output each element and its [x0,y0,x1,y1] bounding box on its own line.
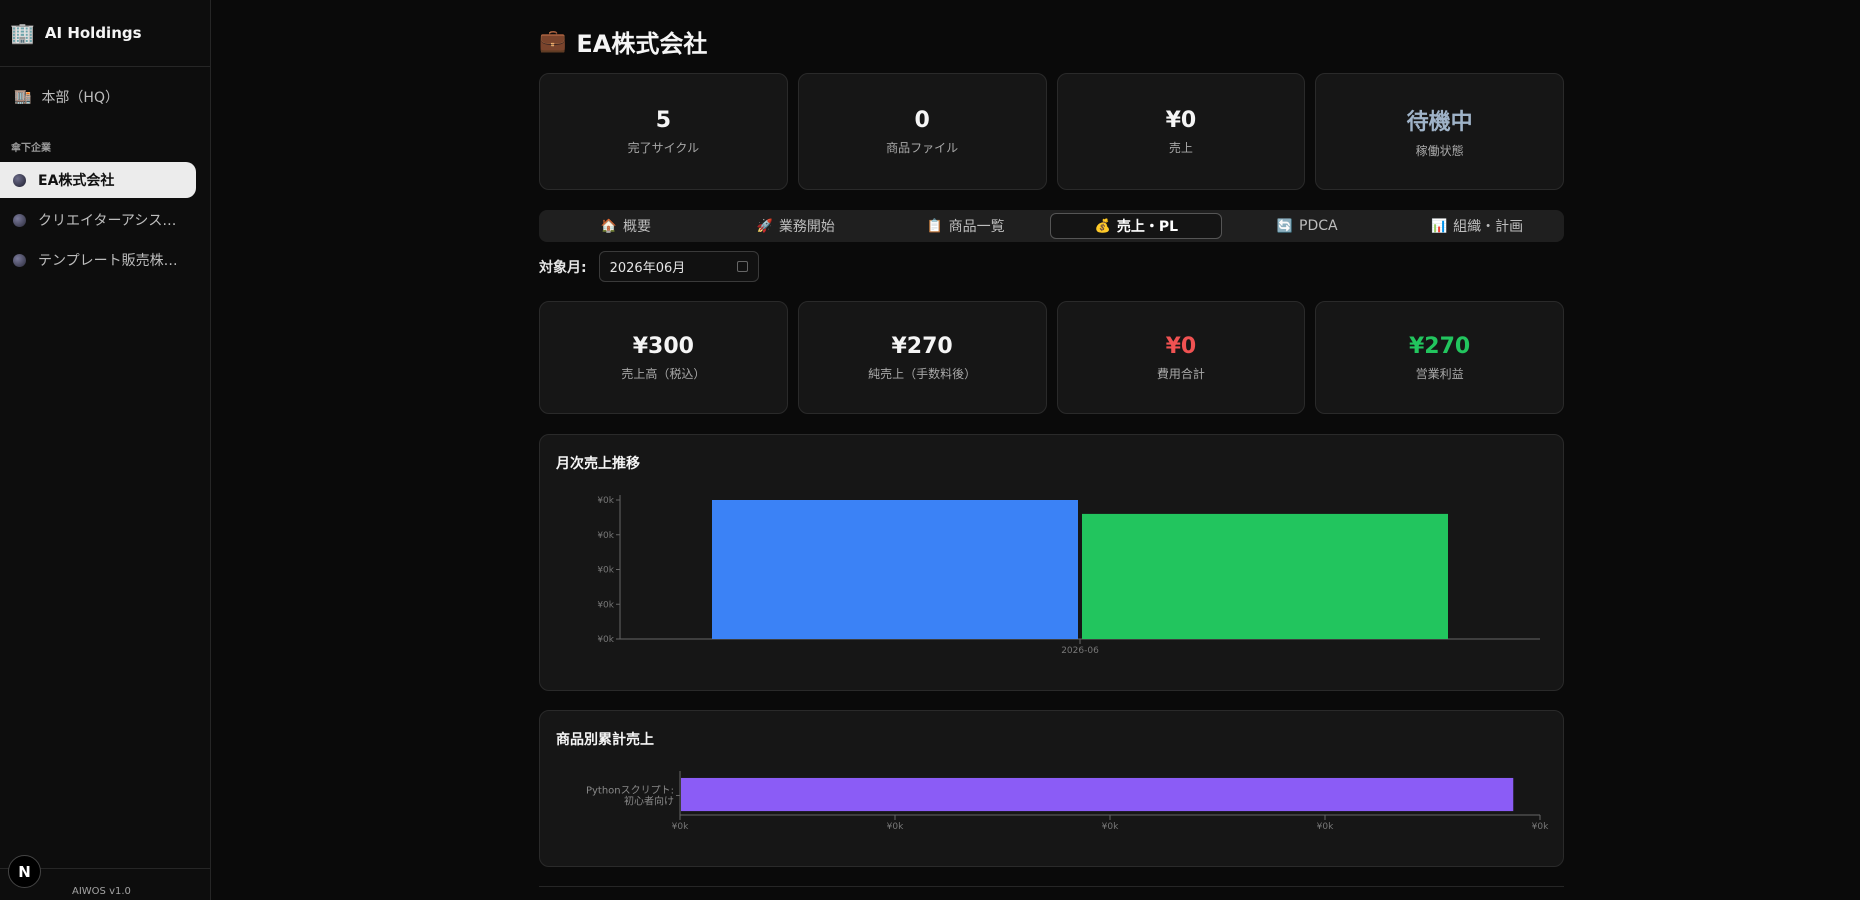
y-tick-label: ¥0k [597,635,614,645]
pl-card-gross-sales: ¥300 売上高（税込） [539,301,788,414]
pl-value: ¥300 [632,333,694,359]
main-area: 💼 EA株式会社 5 完了サイクル 0 商品ファイル ¥0 売上 待機中 稼働状… [211,0,1860,900]
pl-value: ¥270 [891,333,953,359]
sidebar-item-label: クリエイターアシス… [38,213,177,229]
sidebar-item-company-0[interactable]: EA株式会社 [0,162,196,198]
sidebar-item-hq[interactable]: 🏬 本部（HQ） [0,67,210,127]
tab-label: 業務開始 [778,219,835,235]
y-tick-label: ¥0k [597,496,614,506]
sidebar-item-company-1[interactable]: クリエイターアシス… [0,202,196,238]
stat-value: 0 [914,107,930,133]
pl-value: ¥270 [1409,333,1471,359]
tab-org-plan[interactable]: 📊 組織・計画 [1392,213,1562,239]
sidebar-item-label: EA株式会社 [38,173,115,189]
house-icon: 🏠 [600,218,617,234]
dev-tools-button[interactable]: N [8,855,41,888]
rocket-icon: 🚀 [756,218,773,234]
stat-label: 稼働状態 [1415,144,1464,158]
pl-card-operating-profit: ¥270 営業利益 [1315,301,1564,414]
calendar-icon[interactable] [736,261,748,272]
chart-bar [681,777,1514,812]
tab-label: 組織・計画 [1453,219,1524,235]
x-tick-label: ¥0k [1102,822,1119,832]
sidebar-item-label: テンプレート販売株… [38,253,178,269]
x-tick-label: ¥0k [672,822,689,832]
briefcase-icon: 💼 [539,29,567,54]
chart-bar [712,500,1078,639]
page-title-text: EA株式会社 [576,30,708,58]
month-input-value: 2026年06月 [609,261,686,276]
section-label: 傘下企業 [11,143,51,154]
stat-card-sales: ¥0 売上 [1056,73,1306,190]
building-icon: 🏢 [10,21,35,45]
tab-bar: 🏠 概要 🚀 業務開始 📋 商品一覧 💰 売上・PL 🔄 PDCA 📊 組織・計画 [539,210,1564,242]
x-tick-label: ¥0k [1532,822,1549,832]
clipboard-icon: 📋 [926,218,943,234]
brand-name: AI Holdings [44,24,142,42]
tab-sales-pl[interactable]: 💰 売上・PL [1050,213,1223,239]
month-filter-label: 対象月: [539,259,587,276]
month-filter: 対象月: 2026年06月 [539,251,759,282]
stat-card-status: 待機中 稼働状態 [1315,73,1564,190]
stat-label: 完了サイクル [627,140,700,155]
company-avatar-icon [13,253,26,267]
stat-card-files: 0 商品ファイル [797,73,1047,190]
x-tick-label: ¥0k [1317,822,1334,832]
monthly-sales-chart: ¥0k ¥0k ¥0k ¥0k ¥0k 2026-06 [597,495,1540,656]
pl-value: ¥0 [1165,333,1197,359]
stat-value: 待機中 [1406,110,1473,135]
monthly-sales-card: 月次売上推移 ¥0k ¥0k ¥0k ¥0k ¥0k 2026-06 [539,434,1564,691]
sidebar-item-company-2[interactable]: テンプレート販売株… [0,242,196,278]
tab-overview[interactable]: 🏠 概要 [541,213,711,239]
month-input[interactable]: 2026年06月 [598,251,759,282]
y-tick-label: ¥0k [597,531,614,541]
company-avatar-icon [13,173,26,187]
tab-products[interactable]: 📋 商品一覧 [881,213,1051,239]
product-sales-chart: ¥0k ¥0k ¥0k ¥0k ¥0k Pythonスクリプト:初心者向け [586,771,1549,832]
sidebar-item-label: 本部（HQ） [41,90,119,106]
pl-card-net-sales: ¥270 純売上（手数料後） [797,301,1047,414]
pl-label: 費用合計 [1156,366,1205,381]
stat-label: 売上 [1168,140,1193,155]
y-tick-label-line: 初心者向け [624,795,674,808]
company-avatar-icon [13,213,26,227]
brand[interactable]: 🏢 AI Holdings [0,0,210,67]
office-building-icon: 🏬 [14,89,32,105]
page-title: 💼 EA株式会社 [539,24,707,59]
divider [539,886,1564,887]
cycle-icon: 🔄 [1276,218,1294,234]
stat-value: ¥0 [1165,107,1197,133]
stat-value: 5 [655,107,672,133]
stat-label: 商品ファイル [886,140,959,155]
tab-pdca[interactable]: 🔄 PDCA [1222,213,1392,239]
money-bag-icon: 💰 [1094,218,1111,234]
tab-label: PDCA [1299,218,1338,234]
stat-card-cycles: 5 完了サイクル [539,73,788,190]
tab-label: 売上・PL [1116,219,1179,235]
tab-label: 商品一覧 [948,219,1005,235]
pl-row: ¥300 売上高（税込） ¥270 純売上（手数料後） ¥0 費用合計 ¥270… [539,301,1564,414]
version-label: AIWOS v1.0 [72,886,131,897]
x-tick-label: ¥0k [887,822,904,832]
product-sales-card: 商品別累計売上 ¥0k ¥0k ¥0k ¥0k ¥0k Pythonスクリプト:初心者向け [539,710,1564,867]
pl-label: 売上高（税込） [621,366,706,381]
pl-label: 営業利益 [1415,366,1464,381]
y-tick-label-line: Pythonスクリプト: [586,785,674,797]
pl-label: 純売上（手数料後） [868,366,977,381]
pl-card-expenses: ¥0 費用合計 [1056,301,1306,414]
sidebar: 🏢 AI Holdings 🏬 本部（HQ） 傘下企業 EA株式会社 クリエイタ… [0,0,211,900]
stats-row: 5 完了サイクル 0 商品ファイル ¥0 売上 待機中 稼働状態 [539,73,1564,190]
tab-start-work[interactable]: 🚀 業務開始 [711,213,881,239]
org-chart-icon: 📊 [1430,218,1448,234]
chart-bar [1082,513,1448,639]
y-tick-label: ¥0k [597,566,614,576]
tab-label: 概要 [623,219,651,235]
y-tick-label: ¥0k [597,600,614,610]
y-tick-label: Pythonスクリプト:初心者向け [586,785,674,808]
x-tick-label: 2026-06 [1061,646,1099,656]
